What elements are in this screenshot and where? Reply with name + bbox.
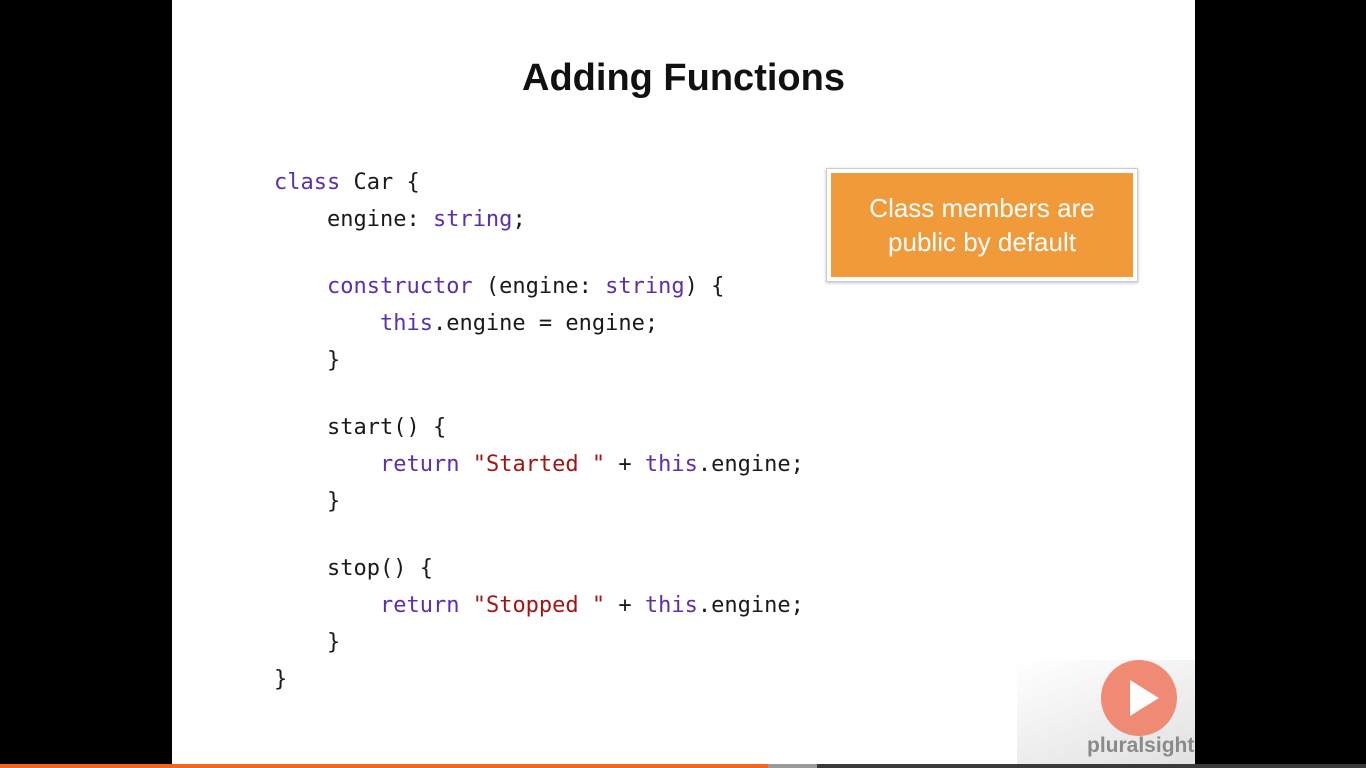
code-token: ;: [512, 207, 526, 232]
callout-box: Class members are public by default: [826, 168, 1138, 282]
code-token: string: [605, 274, 685, 299]
code-block: class Car { engine: string; constructor …: [274, 164, 804, 698]
code-token: this: [644, 452, 698, 477]
code-token: (engine:: [472, 274, 606, 299]
code-token: .engine = engine;: [432, 311, 659, 336]
code-token: start() {: [274, 415, 447, 440]
code-token: return: [379, 452, 460, 477]
code-line: }: [274, 661, 804, 698]
progress-bar[interactable]: [0, 764, 1366, 768]
code-token: }: [274, 348, 341, 373]
code-token: "Stopped ": [472, 593, 606, 618]
code-token: return: [379, 593, 460, 618]
brand-logo-text: pluralsight: [1087, 734, 1195, 757]
code-token: +: [605, 452, 645, 477]
code-line: }: [274, 624, 804, 661]
code-token: .engine;: [697, 593, 804, 618]
code-token: string: [432, 207, 513, 232]
code-token: Car {: [340, 170, 420, 195]
code-line: }: [274, 483, 804, 520]
code-token: this: [379, 311, 433, 336]
code-line: class Car {: [274, 164, 804, 201]
video-player: Adding Functions class Car { engine: str…: [0, 0, 1366, 768]
code-line: }: [274, 342, 804, 379]
code-token: .engine;: [697, 452, 804, 477]
code-token: ) {: [684, 274, 725, 299]
code-line: stop() {: [274, 550, 804, 587]
play-icon: [1101, 660, 1177, 736]
code-token: }: [274, 630, 341, 655]
code-token: "Started ": [472, 452, 606, 477]
code-line: return "Started " + this.engine;: [274, 446, 804, 483]
code-token: }: [274, 667, 288, 692]
code-token: engine:: [274, 207, 433, 232]
progress-played: [0, 764, 768, 768]
code-token: this: [644, 593, 698, 618]
code-line: start() {: [274, 409, 804, 446]
slide-title: Adding Functions: [522, 57, 845, 99]
code-line: return "Stopped " + this.engine;: [274, 587, 804, 624]
code-token: }: [274, 489, 341, 514]
code-line: constructor (engine: string) {: [274, 268, 804, 305]
code-token: constructor: [326, 274, 473, 299]
code-token: class: [274, 170, 341, 195]
code-token: +: [605, 593, 645, 618]
code-line: engine: string;: [274, 201, 804, 238]
callout-text: Class members are public by default: [831, 173, 1133, 277]
code-token: stop() {: [274, 556, 433, 581]
code-line: this.engine = engine;: [274, 305, 804, 342]
pluralsight-watermark: pluralsight: [1017, 660, 1195, 764]
slide: Adding Functions class Car { engine: str…: [172, 0, 1195, 764]
